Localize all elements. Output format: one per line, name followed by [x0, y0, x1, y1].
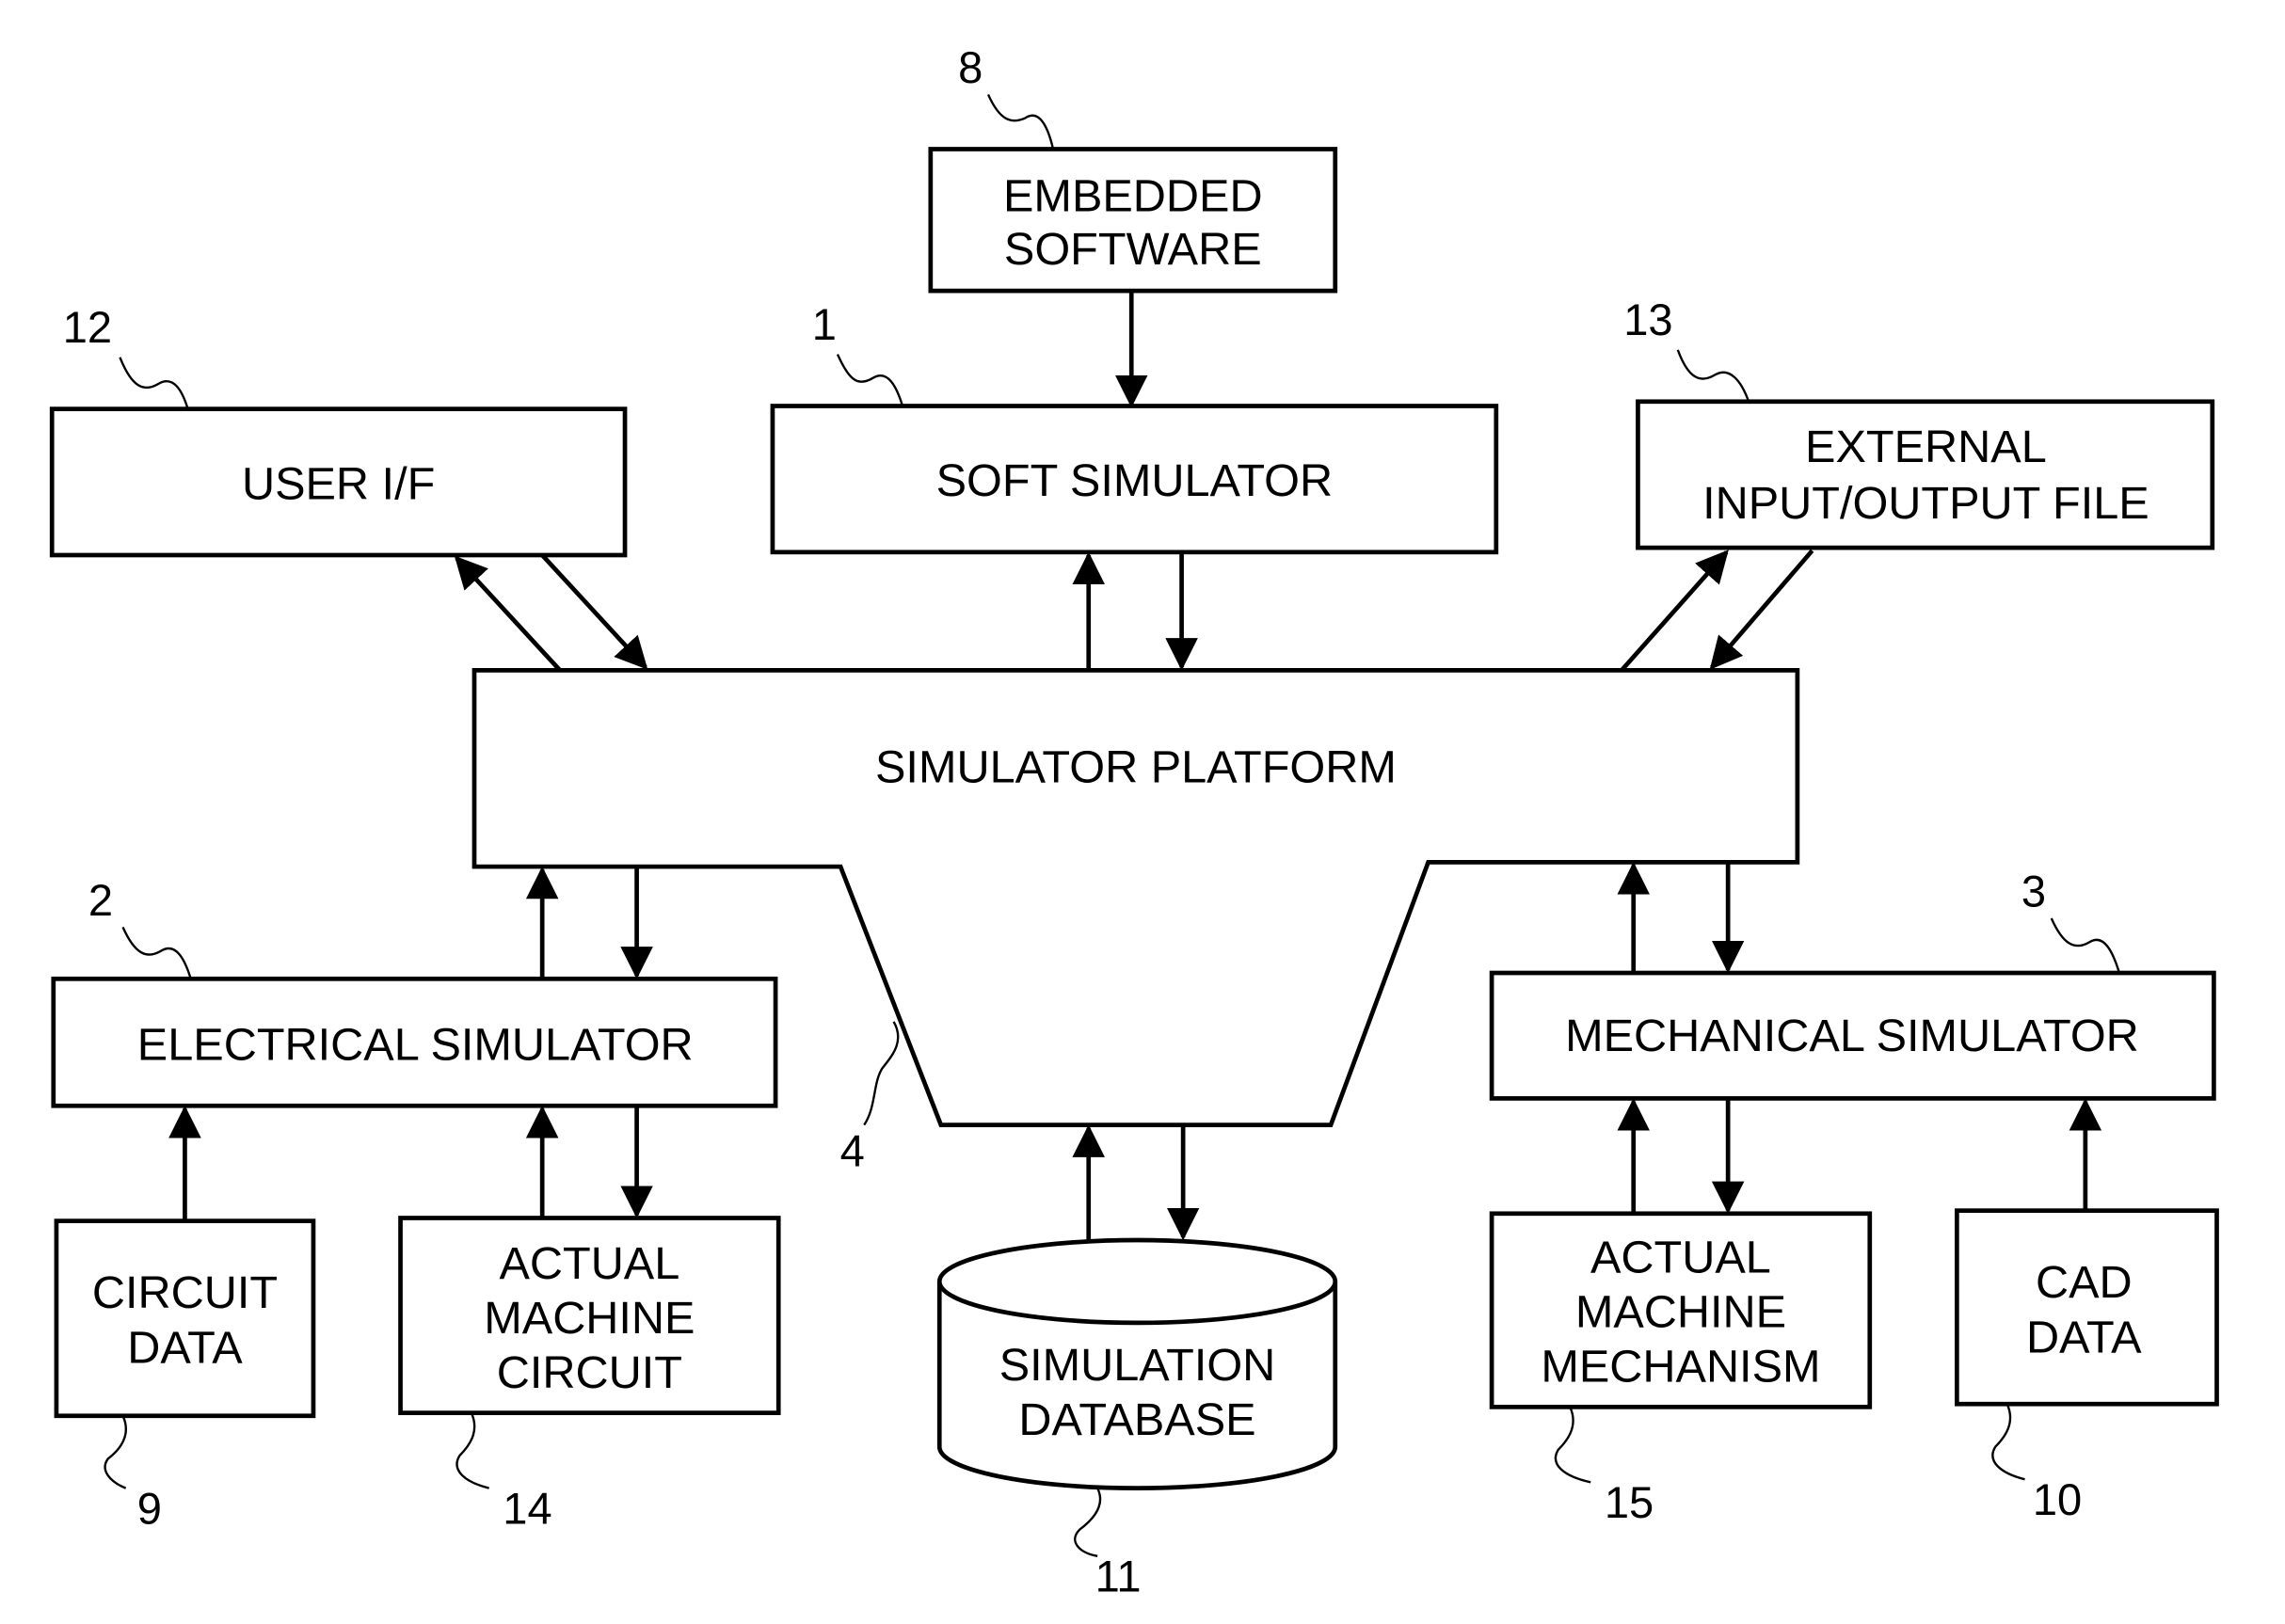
soft-simulator-block: SOFT SIMULATOR	[770, 404, 1499, 555]
ref-number-9: 9	[137, 1483, 162, 1533]
embedded-software-line-1: EMBEDDED	[1003, 170, 1263, 221]
leader-line-15	[1554, 1406, 1591, 1484]
mechanical-simulator-label: MECHANICAL SIMULATOR	[1565, 1011, 2139, 1061]
ref-number-2: 2	[88, 875, 113, 925]
ref-number-4: 4	[840, 1126, 865, 1176]
leader-line-9	[104, 1415, 127, 1489]
arrow-platform-to-external	[1620, 549, 1729, 672]
ref-number-14: 14	[503, 1483, 551, 1533]
leader-line-11	[1074, 1488, 1102, 1557]
electrical-simulator-block: ELECTRICAL SIMULATOR	[51, 976, 778, 1108]
ref-number-15: 15	[1605, 1477, 1654, 1527]
arrow-external-to-platform	[1709, 549, 1814, 670]
mechanical-simulator-block: MECHANICAL SIMULATOR	[1489, 970, 2216, 1101]
leader-line-13	[1676, 349, 1750, 403]
leader-line-10	[1991, 1403, 2025, 1481]
actual-machine-mechanism-block: ACTUAL MACHINE MECHANISM	[1489, 1211, 1873, 1409]
user-if-label: USER I/F	[242, 458, 435, 509]
leader-line-14	[455, 1412, 489, 1489]
external-io-line-1: EXTERNAL	[1805, 422, 2047, 472]
ref-number-8: 8	[958, 42, 983, 92]
cad-data-line-1: CAD	[2036, 1257, 2133, 1308]
simulation-database-line-2: DATABASE	[1018, 1394, 1255, 1445]
circuit-data-line-1: CIRCUIT	[92, 1267, 278, 1318]
cad-data-line-2: DATA	[2026, 1312, 2142, 1362]
leader-line-12	[119, 357, 189, 409]
arrow-userif-to-platform	[540, 553, 648, 670]
external-io-file-block: EXTERNAL INPUT/OUTPUT FILE	[1636, 399, 2215, 550]
leader-line-2	[121, 926, 192, 979]
actual-machine-circuit-block: ACTUAL MACHINE CIRCUIT	[398, 1216, 781, 1415]
leader-line-8	[986, 93, 1055, 150]
ref-number-12: 12	[63, 302, 112, 352]
leader-line-1	[836, 354, 904, 406]
simulation-database-line-1: SIMULATION	[999, 1340, 1276, 1391]
electrical-simulator-label: ELECTRICAL SIMULATOR	[137, 1020, 694, 1071]
user-if-block: USER I/F	[49, 406, 628, 558]
external-io-line-2: INPUT/OUTPUT FILE	[1702, 478, 2149, 529]
ref-number-13: 13	[1623, 295, 1672, 344]
actual-machine-circuit-line-1: ACTUAL	[499, 1238, 679, 1289]
leader-line-4	[863, 1021, 900, 1126]
ref-number-1: 1	[812, 299, 837, 349]
ref-number-3: 3	[2021, 866, 2046, 915]
actual-machine-circuit-line-3: CIRCUIT	[497, 1347, 682, 1398]
actual-machine-mechanism-line-2: MACHINE	[1575, 1287, 1786, 1338]
circuit-data-block: CIRCUIT DATA	[54, 1218, 316, 1419]
leader-line-3	[2050, 917, 2121, 974]
ref-number-10: 10	[2033, 1474, 2082, 1524]
cad-data-block: CAD DATA	[1955, 1208, 2219, 1407]
soft-simulator-label: SOFT SIMULATOR	[936, 455, 1333, 506]
embedded-software-line-2: SOFTWARE	[1004, 224, 1262, 275]
ref-number-11: 11	[1095, 1551, 1142, 1600]
simulator-platform-label: SIMULATOR PLATFORM	[875, 742, 1397, 793]
actual-machine-mechanism-line-1: ACTUAL	[1590, 1233, 1771, 1283]
embedded-software-block: EMBEDDED SOFTWARE	[928, 147, 1338, 294]
actual-machine-mechanism-line-3: MECHANISM	[1541, 1342, 1820, 1393]
circuit-data-line-2: DATA	[127, 1322, 243, 1373]
simulation-database-block: SIMULATION DATABASE	[936, 1237, 1338, 1490]
block-diagram: marker path{} EMBEDDED SOFTWARE 8 SOFT S…	[49, 42, 2219, 1600]
actual-machine-circuit-line-2: MACHINE	[484, 1293, 695, 1344]
arrow-platform-to-userif	[454, 555, 562, 672]
